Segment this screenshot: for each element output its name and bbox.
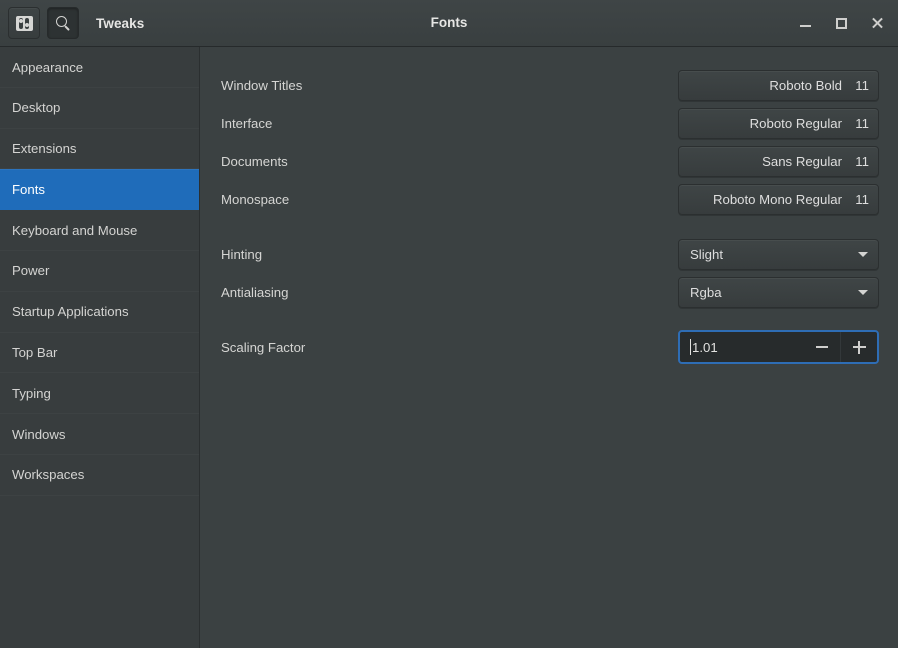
row-label-monospace: Monospace: [221, 192, 678, 207]
window-body: Appearance Desktop Extensions Fonts Keyb…: [0, 47, 898, 648]
font-button-window-titles[interactable]: Roboto Bold 11: [678, 70, 879, 101]
sidebar-item-windows[interactable]: Windows: [0, 414, 199, 455]
scaling-factor-value: 1.01: [692, 340, 718, 355]
sidebar-item-desktop[interactable]: Desktop: [0, 88, 199, 129]
sidebar-item-keyboard-and-mouse[interactable]: Keyboard and Mouse: [0, 210, 199, 251]
font-size: 11: [854, 78, 869, 93]
sidebar-item-top-bar[interactable]: Top Bar: [0, 333, 199, 374]
sidebar-item-label: Appearance: [12, 60, 83, 75]
tweaks-sliders-icon-button[interactable]: [8, 7, 40, 39]
scaling-factor-spinbutton[interactable]: 1.01: [678, 330, 879, 364]
row-label-window-titles: Window Titles: [221, 78, 678, 93]
row-window-titles: Window Titles Roboto Bold 11: [200, 66, 898, 104]
chevron-down-icon: [858, 290, 868, 295]
maximize-button[interactable]: [826, 8, 856, 38]
search-button[interactable]: [47, 7, 79, 39]
row-hinting: Hinting Slight: [200, 235, 898, 273]
sidebar-empty-space: [0, 496, 199, 648]
scaling-factor-decrement-button[interactable]: [803, 332, 840, 362]
font-name: Roboto Regular: [750, 116, 842, 131]
sidebar-item-label: Typing: [12, 386, 51, 401]
fonts-settings-panel: Window Titles Roboto Bold 11 Interface R…: [200, 47, 898, 648]
antialiasing-value: Rgba: [690, 285, 722, 300]
tweaks-window: Fonts Tweaks: [0, 0, 898, 648]
row-label-scaling-factor: Scaling Factor: [221, 340, 678, 355]
font-button-documents[interactable]: Sans Regular 11: [678, 146, 879, 177]
window-controls: [790, 0, 892, 46]
sidebar-item-extensions[interactable]: Extensions: [0, 129, 199, 170]
font-size: 11: [854, 192, 869, 207]
search-icon: [56, 16, 71, 31]
font-size: 11: [854, 154, 869, 169]
sidebar-item-label: Extensions: [12, 141, 77, 156]
row-scaling-factor: Scaling Factor 1.01: [200, 328, 898, 366]
row-label-antialiasing: Antialiasing: [221, 285, 678, 300]
minimize-icon: [800, 25, 811, 27]
app-title: Tweaks: [96, 16, 144, 31]
scaling-factor-increment-button[interactable]: [840, 332, 877, 362]
row-antialiasing: Antialiasing Rgba: [200, 273, 898, 311]
sidebar-item-appearance[interactable]: Appearance: [0, 47, 199, 88]
chevron-down-icon: [858, 252, 868, 257]
minimize-button[interactable]: [790, 8, 820, 38]
font-button-monospace[interactable]: Roboto Mono Regular 11: [678, 184, 879, 215]
sidebar-item-label: Top Bar: [12, 345, 57, 360]
row-monospace: Monospace Roboto Mono Regular 11: [200, 180, 898, 218]
sidebar-item-label: Fonts: [12, 182, 45, 197]
row-label-hinting: Hinting: [221, 247, 678, 262]
sidebar-item-startup-applications[interactable]: Startup Applications: [0, 292, 199, 333]
close-icon: [871, 17, 884, 30]
row-interface: Interface Roboto Regular 11: [200, 104, 898, 142]
settings-rows: Window Titles Roboto Bold 11 Interface R…: [200, 47, 898, 366]
tweaks-sliders-icon: [16, 16, 33, 31]
sidebar-item-workspaces[interactable]: Workspaces: [0, 455, 199, 496]
sidebar-item-label: Startup Applications: [12, 304, 129, 319]
sidebar-item-label: Windows: [12, 427, 66, 442]
minus-icon: [816, 346, 828, 348]
row-label-documents: Documents: [221, 154, 678, 169]
font-button-interface[interactable]: Roboto Regular 11: [678, 108, 879, 139]
antialiasing-dropdown[interactable]: Rgba: [678, 277, 879, 308]
close-button[interactable]: [862, 8, 892, 38]
plus-icon: [853, 341, 866, 354]
sidebar-item-label: Desktop: [12, 100, 60, 115]
sidebar-item-label: Power: [12, 263, 49, 278]
hinting-value: Slight: [690, 247, 723, 262]
font-name: Roboto Mono Regular: [713, 192, 842, 207]
header-bar: Fonts Tweaks: [0, 0, 898, 47]
sidebar-item-label: Keyboard and Mouse: [12, 223, 137, 238]
sidebar-item-power[interactable]: Power: [0, 251, 199, 292]
font-name: Roboto Bold: [769, 78, 842, 93]
text-cursor: [690, 339, 691, 355]
font-name: Sans Regular: [762, 154, 842, 169]
scaling-factor-input[interactable]: 1.01: [680, 339, 803, 355]
sidebar: Appearance Desktop Extensions Fonts Keyb…: [0, 47, 200, 648]
sidebar-item-typing[interactable]: Typing: [0, 373, 199, 414]
sidebar-item-label: Workspaces: [12, 467, 84, 482]
hinting-dropdown[interactable]: Slight: [678, 239, 879, 270]
font-size: 11: [854, 116, 869, 131]
header-left-group: Tweaks: [8, 7, 144, 39]
maximize-icon: [836, 18, 847, 29]
sidebar-item-fonts[interactable]: Fonts: [0, 169, 199, 210]
row-label-interface: Interface: [221, 116, 678, 131]
row-documents: Documents Sans Regular 11: [200, 142, 898, 180]
